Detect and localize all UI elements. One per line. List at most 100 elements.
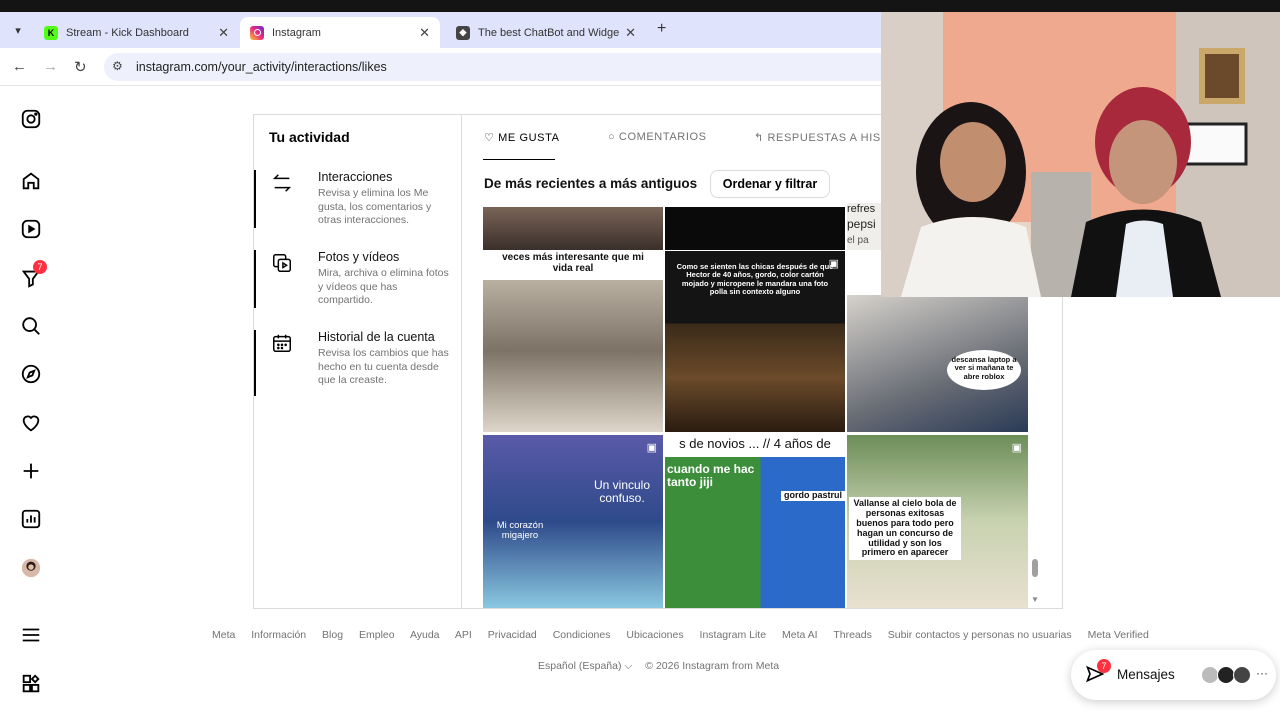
meme-caption: Un vinculo confuso. [593, 478, 651, 506]
liked-post-thumb[interactable]: veces más interesante que mi vida real [483, 251, 663, 432]
language-label: Español (España) [538, 660, 622, 672]
heart-icon: ♡ [484, 132, 495, 144]
activity-item-desc: Revisa los cambios que has hecho en tu c… [318, 347, 449, 386]
site-settings-icon[interactable]: ⚙ [112, 59, 123, 73]
close-icon[interactable]: ✕ [625, 25, 636, 41]
activity-item-photos[interactable]: Fotos y vídeos Mira, archiva o elimina f… [254, 250, 461, 308]
tab-story-replies[interactable]: ↰ RESPUESTAS A HISTO [754, 131, 897, 144]
webcam-feed-image [881, 12, 1280, 297]
footer-link[interactable]: Meta AI [782, 629, 818, 641]
sort-filter-button[interactable]: Ordenar y filtrar [710, 170, 830, 198]
footer-link[interactable]: Meta [212, 629, 235, 641]
liked-post-thumb[interactable]: Como se sienten las chicas después de qu… [665, 251, 845, 432]
home-icon[interactable] [19, 169, 43, 193]
scrollbar-thumb[interactable] [1032, 559, 1038, 577]
footer-link[interactable]: API [455, 629, 472, 641]
heart-icon[interactable] [19, 411, 43, 435]
chevron-down-icon: ⌵ [624, 660, 633, 672]
close-icon[interactable]: ✕ [419, 25, 430, 41]
meme-caption: veces más interesante que mi vida real [502, 252, 644, 274]
profile-avatar[interactable] [19, 556, 43, 580]
meme-caption: s de novios ... // 4 años de [679, 436, 831, 451]
copyright: © 2026 Instagram from Meta [645, 660, 780, 672]
liked-post-thumb[interactable] [483, 207, 663, 250]
reels-icon[interactable] [19, 217, 43, 241]
botrix-logo-icon: ◆ [456, 25, 470, 40]
photos-videos-icon [273, 254, 291, 272]
new-tab-plus-icon[interactable]: + [657, 20, 666, 38]
meme-caption: cuando me hac tanto jiji [667, 462, 755, 490]
tab-kick-dashboard[interactable]: K Stream - Kick Dashboard ✕ [34, 17, 239, 48]
footer-secondary: Español (España) ⌵ © 2026 Instagram from… [538, 660, 779, 673]
tab-title: The best ChatBot and Widgets f [478, 26, 620, 39]
activity-sidebar: Tu actividad Interacciones Revisa y elim… [254, 115, 462, 608]
footer-link[interactable]: Instagram Lite [700, 629, 767, 641]
reel-icon: ▣ [1011, 442, 1022, 454]
comment-bubble-icon: ○ [608, 131, 616, 143]
footer-link[interactable]: Información [251, 629, 306, 641]
tab-instagram[interactable]: Instagram ✕ [240, 17, 440, 48]
footer-link[interactable]: Meta Verified [1088, 629, 1149, 641]
meme-caption: el pa [847, 235, 869, 246]
reload-icon[interactable]: ↻ [74, 58, 87, 76]
liked-post-thumb[interactable]: descansa laptop a ver si mañana te abre … [847, 295, 1028, 432]
instagram-sidebar: 7 [0, 87, 62, 720]
window-top-bar [0, 0, 1280, 12]
tab-title: Stream - Kick Dashboard [66, 26, 189, 39]
activity-item-heading: Interacciones [318, 170, 393, 184]
tab-label: RESPUESTAS A HISTO [767, 132, 898, 144]
liked-post-thumb[interactable] [665, 207, 845, 250]
meme-caption: pepsi [847, 217, 876, 231]
footer-link[interactable]: Ayuda [410, 629, 440, 641]
messages-pill[interactable]: 7 Mensajes ··· [1071, 650, 1276, 700]
language-select[interactable]: Español (España) ⌵ [538, 660, 632, 672]
search-icon[interactable] [19, 314, 43, 338]
meme-caption: gordo pastrul [781, 490, 845, 501]
footer-link[interactable]: Condiciones [553, 629, 611, 641]
meme-caption: refres [847, 203, 876, 215]
instagram-logo-icon[interactable] [19, 107, 43, 131]
tab-label: ME GUSTA [498, 132, 560, 144]
dashboard-chart-icon[interactable] [19, 507, 43, 531]
liked-post-thumb[interactable]: Vallanse al cielo bola de personas exito… [847, 435, 1028, 608]
url-field[interactable]: ⚙ instagram.com/your_activity/interactio… [104, 53, 894, 81]
activity-item-desc: Mira, archiva o elimina fotos y vídeos q… [318, 267, 449, 306]
back-arrow-icon[interactable]: ← [12, 58, 27, 75]
footer-link[interactable]: Privacidad [488, 629, 537, 641]
more-dots-icon: ··· [1256, 666, 1268, 680]
reel-icon: ▣ [646, 442, 657, 454]
sort-order-label: De más recientes a más antiguos [484, 176, 698, 191]
url-text: instagram.com/your_activity/interactions… [136, 60, 387, 74]
footer-link[interactable]: Ubicaciones [626, 629, 683, 641]
activity-title: Tu actividad [269, 129, 350, 145]
kick-logo-icon: K [44, 25, 58, 40]
liked-post-thumb[interactable]: refres pepsi el pa [847, 203, 881, 250]
tab-search-chevron-icon[interactable]: ▾ [8, 20, 28, 40]
tab-likes[interactable]: ♡ ME GUSTA [484, 131, 560, 144]
also-from-meta-icon[interactable] [19, 672, 43, 696]
tab-label: COMENTARIOS [618, 131, 707, 143]
activity-item-history[interactable]: Historial de la cuenta Revisa los cambio… [254, 330, 461, 396]
activity-item-interactions[interactable]: Interacciones Revisa y elimina los Me gu… [254, 170, 461, 228]
more-menu-icon[interactable] [19, 623, 43, 647]
footer-link[interactable]: Empleo [359, 629, 395, 641]
webcam-overlay [881, 12, 1280, 297]
notifications-heart-filter-icon[interactable]: 7 [19, 260, 47, 290]
forward-arrow-icon[interactable]: → [43, 58, 58, 75]
tab-title: Instagram [272, 26, 321, 39]
reel-icon: ▣ [828, 258, 839, 270]
footer-link[interactable]: Threads [833, 629, 872, 641]
tab-chatbot-widgets[interactable]: ◆ The best ChatBot and Widgets f ✕ [446, 17, 646, 48]
meme-caption: Mi corazón migajero [496, 520, 544, 542]
footer-link[interactable]: Subir contactos y personas no usuarias [888, 629, 1072, 641]
liked-post-thumb[interactable]: Un vinculo confuso. Mi corazón migajero … [483, 435, 663, 608]
explore-compass-icon[interactable] [19, 362, 43, 386]
messages-label: Mensajes [1117, 667, 1175, 682]
close-icon[interactable]: ✕ [218, 25, 229, 41]
liked-post-thumb[interactable]: s de novios ... // 4 años de cuando me h… [665, 435, 845, 608]
footer-link[interactable]: Blog [322, 629, 343, 641]
tab-comments[interactable]: ○ COMENTARIOS [608, 131, 707, 143]
scroll-down-arrow-icon[interactable]: ▼ [1031, 595, 1039, 604]
active-tab-underline [483, 159, 555, 160]
create-plus-icon[interactable] [19, 459, 43, 483]
